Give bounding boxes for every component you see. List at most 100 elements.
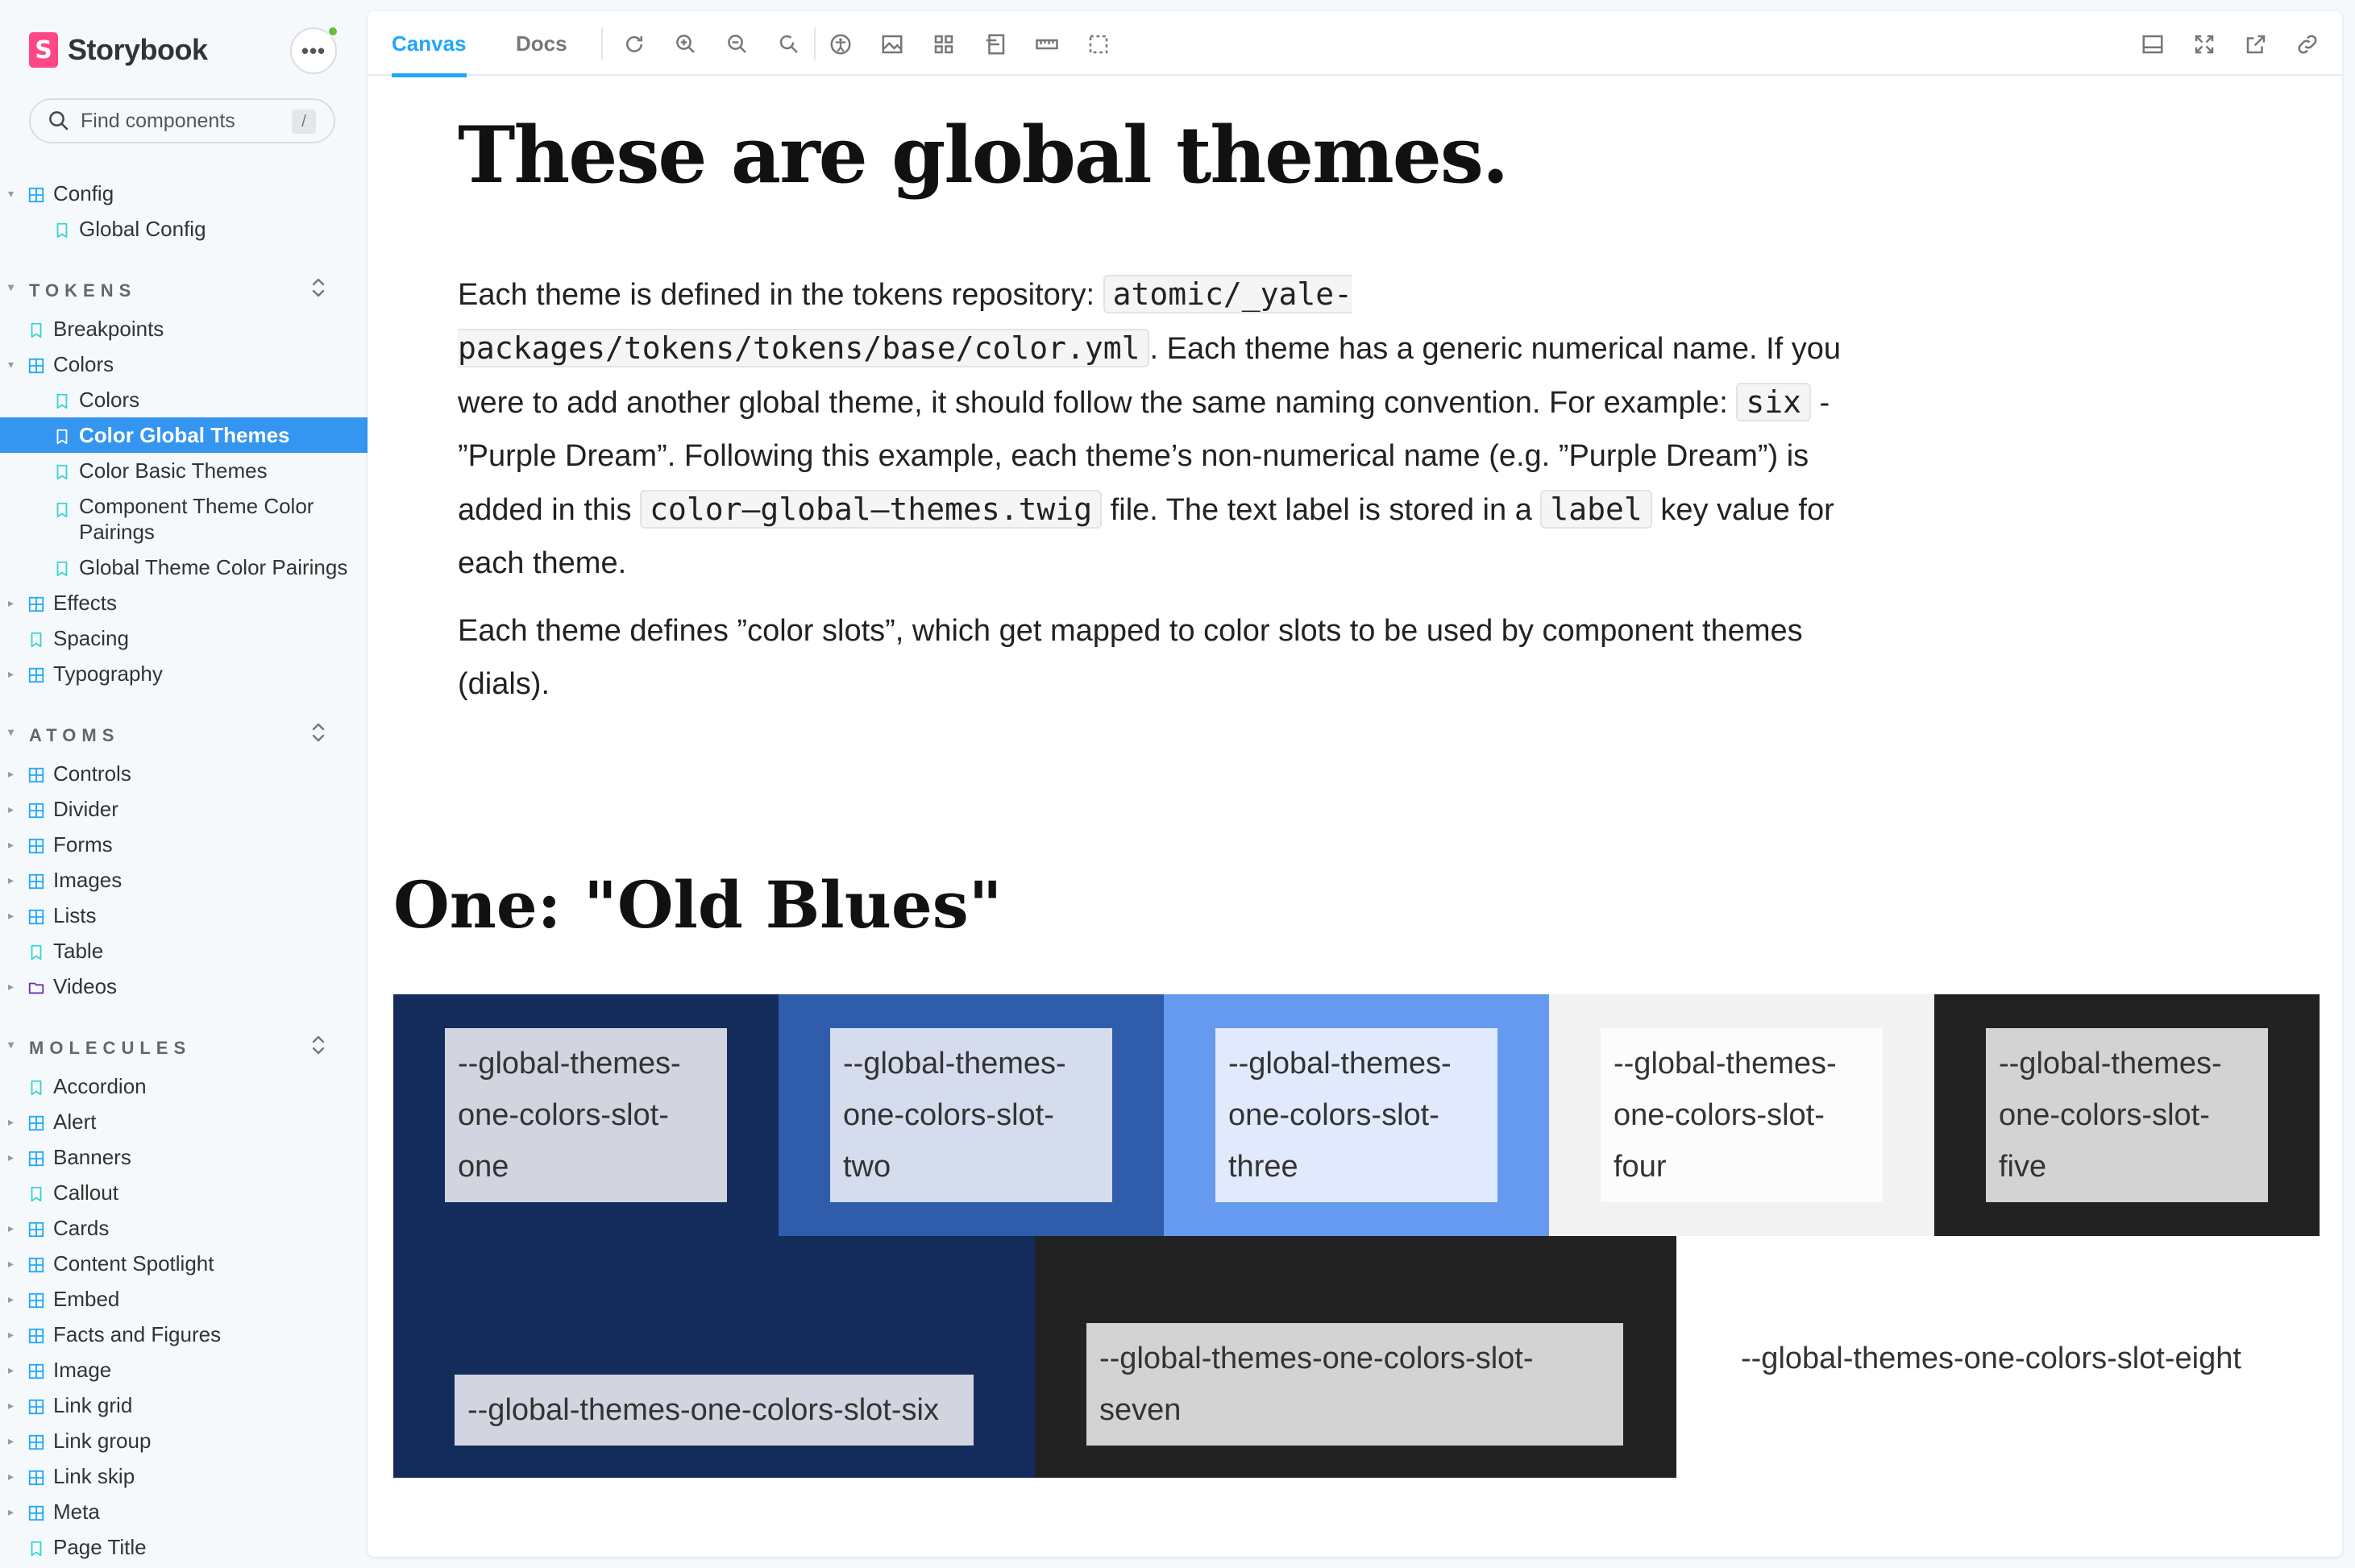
- sidebar-item-meta[interactable]: ▸ Meta: [0, 1494, 368, 1529]
- sidebar-item-label: Divider: [53, 796, 118, 821]
- search-input[interactable]: Find components /: [29, 98, 335, 143]
- sidebar-item-label: Typography: [53, 661, 163, 686]
- sidebar-item-label: Breakpoints: [53, 316, 164, 341]
- sidebar-item-colors[interactable]: Colors: [0, 382, 368, 417]
- color-swatch: --global-themes-one-colors-slot-four: [1549, 994, 1934, 1236]
- sidebar-item-label: Link group: [53, 1428, 152, 1453]
- color-swatch: --global-themes-one-colors-slot-two: [779, 994, 1164, 1236]
- sidebar-item-label: Banners: [53, 1144, 131, 1169]
- expand-collapse-icon[interactable]: [309, 1033, 327, 1063]
- ellipsis-icon: •••: [301, 38, 326, 63]
- section-title: MOLECULES: [29, 1038, 192, 1058]
- fullscreen-icon[interactable]: [2192, 32, 2216, 56]
- outline-icon[interactable]: [1086, 32, 1111, 56]
- sidebar-item-images[interactable]: ▸ Images: [0, 862, 368, 898]
- sidebar-item-typography[interactable]: ▸ Typography: [0, 656, 368, 691]
- sidebar-item-link-grid[interactable]: ▸ Link grid: [0, 1388, 368, 1423]
- sidebar-item-color-global-themes[interactable]: Color Global Themes: [0, 417, 368, 453]
- viewport-icon[interactable]: [983, 32, 1007, 56]
- sidebar-item-label: Content Spotlight: [53, 1251, 214, 1276]
- page-title: These are global themes.: [458, 110, 1509, 201]
- accessibility-icon[interactable]: [829, 32, 853, 56]
- component-grid-icon: [27, 1219, 45, 1238]
- section-tokens[interactable]: ▾ TOKENS: [0, 274, 368, 306]
- caret-right-icon: ▸: [8, 1150, 15, 1164]
- caret-right-icon: ▸: [8, 1256, 15, 1270]
- component-grid-icon: [27, 1290, 45, 1309]
- section-molecules[interactable]: ▾ MOLECULES: [0, 1031, 368, 1064]
- caret-right-icon: ▸: [8, 979, 15, 993]
- panel-icon[interactable]: [2141, 32, 2165, 56]
- sidebar-item-link-skip[interactable]: ▸ Link skip: [0, 1458, 368, 1494]
- expand-collapse-icon[interactable]: [309, 276, 327, 305]
- caret-right-icon: ▸: [8, 873, 15, 886]
- sidebar-item-cards[interactable]: ▸ Cards: [0, 1210, 368, 1246]
- sidebar-item-label: Cards: [53, 1215, 110, 1240]
- sidebar-item-table[interactable]: Table: [0, 933, 368, 969]
- code-six: six: [1736, 383, 1811, 421]
- copy-link-icon[interactable]: [2295, 32, 2320, 56]
- measure-icon[interactable]: [1035, 32, 1059, 56]
- theme-section-title: One: "Old Blues": [393, 867, 1003, 943]
- sidebar-item-global-config[interactable]: Global Config: [0, 211, 368, 247]
- toolbar-divider: [814, 27, 816, 60]
- sidebar-item-link-group[interactable]: ▸ Link group: [0, 1423, 368, 1458]
- storybook-brand[interactable]: S Storybook: [29, 31, 208, 69]
- grid-icon[interactable]: [932, 32, 956, 56]
- expand-collapse-icon[interactable]: [309, 720, 327, 750]
- sidebar-item-alert[interactable]: ▸ Alert: [0, 1104, 368, 1139]
- sidebar-item-breakpoints[interactable]: Breakpoints: [0, 311, 368, 346]
- section-title: ATOMS: [29, 725, 120, 745]
- sidebar-item-effects[interactable]: ▸ Effects: [0, 585, 368, 620]
- sidebar-item-videos[interactable]: ▸ Videos: [0, 969, 368, 1004]
- sidebar-item-config[interactable]: ▾ Config: [0, 176, 368, 211]
- sidebar-item-controls[interactable]: ▸ Controls: [0, 756, 368, 791]
- bookmark-icon: [27, 942, 45, 960]
- component-grid-icon: [27, 1255, 45, 1273]
- zoom-in-icon[interactable]: [674, 32, 698, 56]
- sidebar-item-page-title[interactable]: Page Title: [0, 1529, 368, 1565]
- sidebar-item-label: Callout: [53, 1180, 118, 1205]
- sidebar-item-label: Embed: [53, 1286, 120, 1311]
- sidebar-item-label: Component Theme Color Pairings: [79, 494, 314, 544]
- sidebar-item-content-spotlight[interactable]: ▸ Content Spotlight: [0, 1246, 368, 1281]
- sidebar-item-label: Lists: [53, 902, 97, 927]
- new-tab-icon[interactable]: [2244, 32, 2268, 56]
- search-icon: [49, 111, 69, 131]
- tab-canvas[interactable]: Canvas: [392, 11, 467, 77]
- sidebar-item-facts-and-figures[interactable]: ▸ Facts and Figures: [0, 1317, 368, 1352]
- sidebar-item-global-theme-color-pairings[interactable]: Global Theme Color Pairings: [0, 550, 368, 585]
- zoom-out-icon[interactable]: [725, 32, 750, 56]
- background-icon[interactable]: [880, 32, 904, 56]
- sidebar-item-divider[interactable]: ▸ Divider: [0, 791, 368, 827]
- sidebar-item-label: Colors: [79, 387, 140, 412]
- color-slot-label: --global-themes-one-colors-slot-three: [1215, 1028, 1497, 1202]
- bookmark-icon: [27, 320, 45, 338]
- sidebar-item-spacing[interactable]: Spacing: [0, 620, 368, 656]
- sidebar-item-callout[interactable]: Callout: [0, 1175, 368, 1210]
- color-slot-label: --global-themes-one-colors-slot-seven: [1086, 1323, 1623, 1446]
- sidebar-item-banners[interactable]: ▸ Banners: [0, 1139, 368, 1175]
- sidebar-item-lists[interactable]: ▸ Lists: [0, 898, 368, 933]
- reload-icon[interactable]: [622, 32, 646, 56]
- sidebar-item-colors[interactable]: ▾ Colors: [0, 346, 368, 382]
- sidebar-item-component-theme-color-pairings[interactable]: Component Theme Color Pairings: [0, 488, 368, 546]
- bookmark-icon: [53, 500, 71, 518]
- zoom-reset-icon[interactable]: [777, 32, 801, 56]
- sidebar-item-color-basic-themes[interactable]: Color Basic Themes: [0, 453, 368, 488]
- color-swatch: --global-themes-one-colors-slot-one: [393, 994, 779, 1236]
- settings-menu-button[interactable]: •••: [290, 26, 339, 74]
- sidebar-item-label: Facts and Figures: [53, 1321, 222, 1346]
- sidebar-item-forms[interactable]: ▸ Forms: [0, 827, 368, 862]
- caret-right-icon: ▸: [8, 1327, 15, 1341]
- component-grid-icon: [27, 355, 45, 374]
- caret-down-icon: ▾: [8, 357, 15, 371]
- bookmark-icon: [27, 629, 45, 648]
- sidebar-item-image[interactable]: ▸ Image: [0, 1352, 368, 1388]
- sidebar-item-accordion[interactable]: Accordion: [0, 1068, 368, 1104]
- sidebar-item-label: Table: [53, 938, 104, 963]
- sidebar-item-label: Config: [53, 180, 114, 205]
- tab-docs[interactable]: Docs: [516, 11, 567, 76]
- section-atoms[interactable]: ▾ ATOMS: [0, 719, 368, 751]
- sidebar-item-embed[interactable]: ▸ Embed: [0, 1281, 368, 1317]
